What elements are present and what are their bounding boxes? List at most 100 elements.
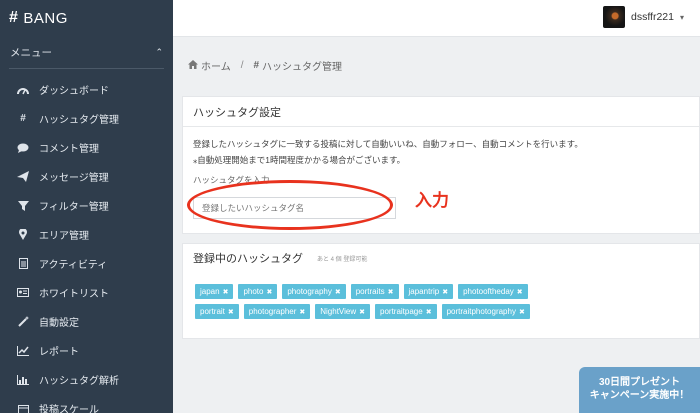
remove-icon[interactable]: ✖	[519, 308, 525, 316]
hashtag-chip[interactable]: portrait ✖	[195, 304, 239, 319]
sidebar-item-label: エリア管理	[39, 231, 89, 242]
magic-wand-icon	[16, 316, 30, 328]
panel-note: ⁎自動処理開始まで1時間程度かかる場合がございます。	[193, 155, 406, 165]
sidebar-item-label: フィルター管理	[39, 202, 109, 213]
panel-description: 登録したハッシュタグに一致する投稿に対して自動いいね、自動フォロー、自動コメント…	[193, 139, 583, 149]
sidebar-item-hashtag-analysis[interactable]: ハッシュタグ解析	[0, 365, 173, 394]
brand-hash-icon: #	[9, 9, 19, 26]
filter-icon	[16, 200, 30, 212]
hashtag-chip-label: NightView	[320, 307, 357, 316]
send-icon	[16, 171, 30, 183]
remove-icon[interactable]: ✖	[388, 288, 394, 296]
home-icon	[188, 59, 198, 72]
annotation-label: 入力	[415, 191, 449, 210]
hashtag-chip[interactable]: photographer ✖	[243, 304, 311, 319]
hashtag-chip[interactable]: japantrip ✖	[403, 284, 454, 299]
hashtag-chip[interactable]: photography ✖	[282, 284, 346, 299]
remove-icon[interactable]: ✖	[299, 308, 305, 316]
sidebar-item-label: 自動設定	[39, 318, 79, 329]
menu-divider	[9, 68, 164, 69]
remove-icon[interactable]: ✖	[517, 288, 523, 296]
campaign-line-1: 30日間プレゼント	[598, 377, 681, 388]
id-card-icon	[16, 287, 30, 299]
breadcrumb-home-link[interactable]: ホーム	[201, 58, 231, 73]
calendar-icon	[16, 403, 30, 413]
panel-title: 登録中のハッシュタグ あと 4 個 登録可能	[183, 244, 699, 272]
hashtag-input[interactable]	[193, 197, 396, 219]
sidebar-item-filters[interactable]: フィルター管理	[0, 191, 173, 220]
menu-label: メニュー	[10, 46, 52, 59]
hashtag-chip-label: portrait	[200, 307, 225, 316]
sidebar-item-label: コメント管理	[39, 144, 99, 155]
hashtag-chip-label: photo	[243, 287, 264, 296]
brand-logo[interactable]: # BANG	[0, 0, 173, 36]
chevron-up-icon: ⌃	[155, 46, 163, 57]
hashtag-icon: #	[253, 60, 260, 71]
remove-icon[interactable]: ✖	[442, 288, 448, 296]
remove-icon[interactable]: ✖	[223, 288, 229, 296]
panel-title-text: 登録中のハッシュタグ	[193, 253, 303, 265]
hashtag-chip[interactable]: portraits ✖	[350, 284, 399, 299]
avatar[interactable]	[602, 6, 625, 28]
sidebar-item-areas[interactable]: エリア管理	[0, 220, 173, 249]
hashtag-field-label: ハッシュタグを入力	[193, 175, 270, 185]
sidebar-item-messages[interactable]: メッセージ管理	[0, 162, 173, 191]
sidebar-item-post-schedule[interactable]: 投稿スケール	[0, 394, 173, 413]
sidebar-item-label: レポート	[39, 347, 79, 358]
hashtag-chip-label: portraitpage	[380, 307, 423, 316]
tag-list: japan ✖ photo ✖ photography ✖ portraits ✖ japant…	[183, 272, 563, 319]
sidebar-item-label: ダッシュボード	[39, 86, 109, 97]
hashtag-icon: #	[20, 113, 26, 124]
user-name: dssffr221	[630, 11, 674, 23]
remove-icon[interactable]: ✖	[335, 288, 341, 296]
remaining-count: あと 4 個 登録可能	[317, 256, 368, 263]
line-chart-icon	[16, 345, 30, 357]
remove-icon[interactable]: ✖	[426, 308, 432, 316]
dashboard-icon	[16, 84, 30, 96]
sidebar-item-comments[interactable]: コメント管理	[0, 133, 173, 162]
campaign-line-2: キャンペーン実施中！	[589, 390, 690, 401]
sidebar-item-label: ハッシュタグ解析	[39, 376, 119, 387]
sidebar-item-hashtags[interactable]: # ハッシュタグ管理	[0, 104, 173, 133]
breadcrumb: ホーム / # ハッシュタグ管理	[188, 58, 342, 73]
sidebar-item-dashboard[interactable]: ダッシュボード	[0, 75, 173, 104]
hashtag-chip[interactable]: photooftheday ✖	[458, 284, 528, 299]
hashtag-chip[interactable]: photo ✖	[238, 284, 278, 299]
sidebar-item-label: ハッシュタグ管理	[39, 115, 119, 126]
campaign-banner[interactable]: 30日間プレゼント キャンペーン実施中！	[579, 367, 700, 413]
bar-chart-icon	[16, 374, 30, 386]
top-bar: dssffr221 ▾	[173, 0, 700, 37]
sidebar-item-reports[interactable]: レポート	[0, 336, 173, 365]
hashtag-chip-label: photography	[287, 287, 332, 296]
hashtag-settings-panel: ハッシュタグ設定 登録したハッシュタグに一致する投稿に対して自動いいね、自動フォ…	[182, 96, 700, 234]
user-menu[interactable]: dssffr221 ▾	[602, 6, 684, 28]
document-icon	[16, 258, 30, 270]
comment-icon	[16, 142, 30, 154]
menu-header[interactable]: メニュー ⌃	[0, 36, 173, 68]
map-marker-icon	[16, 229, 30, 241]
sidebar-item-whitelist[interactable]: ホワイトリスト	[0, 278, 173, 307]
hashtag-chip-label: japantrip	[408, 287, 440, 296]
chevron-down-icon: ▾	[679, 12, 684, 22]
hashtag-chip[interactable]: portraitphotography ✖	[441, 304, 530, 319]
sidebar-item-auto-settings[interactable]: 自動設定	[0, 307, 173, 336]
remove-icon[interactable]: ✖	[228, 308, 234, 316]
hashtag-chip-label: portraits	[355, 287, 385, 296]
sidebar-item-label: アクティビティ	[39, 260, 108, 271]
sidebar-item-activity[interactable]: アクティビティ	[0, 249, 173, 278]
remove-icon[interactable]: ✖	[359, 308, 365, 316]
registered-hashtags-panel: 登録中のハッシュタグ あと 4 個 登録可能 japan ✖ photo ✖ photo…	[182, 243, 700, 339]
hashtag-chip[interactable]: japan ✖	[195, 284, 234, 299]
sidebar-item-label: メッセージ管理	[39, 173, 109, 184]
breadcrumb-separator: /	[240, 60, 244, 71]
brand-name: BANG	[23, 9, 68, 27]
hashtag-chip-label: portraitphotography	[446, 307, 516, 316]
hashtag-chip-label: photooftheday	[463, 287, 514, 296]
hashtag-chip[interactable]: NightView ✖	[315, 304, 370, 319]
remove-icon[interactable]: ✖	[266, 288, 272, 296]
hashtag-chip[interactable]: portraitpage ✖	[375, 304, 437, 319]
sidebar-item-label: 投稿スケール	[39, 405, 99, 413]
hashtag-chip-label: photographer	[248, 307, 297, 316]
sidebar-item-label: ホワイトリスト	[39, 289, 109, 300]
sidebar: # BANG メニュー ⌃ ダッシュボード # ハッシュタグ管理 コメント管理 …	[0, 0, 173, 413]
